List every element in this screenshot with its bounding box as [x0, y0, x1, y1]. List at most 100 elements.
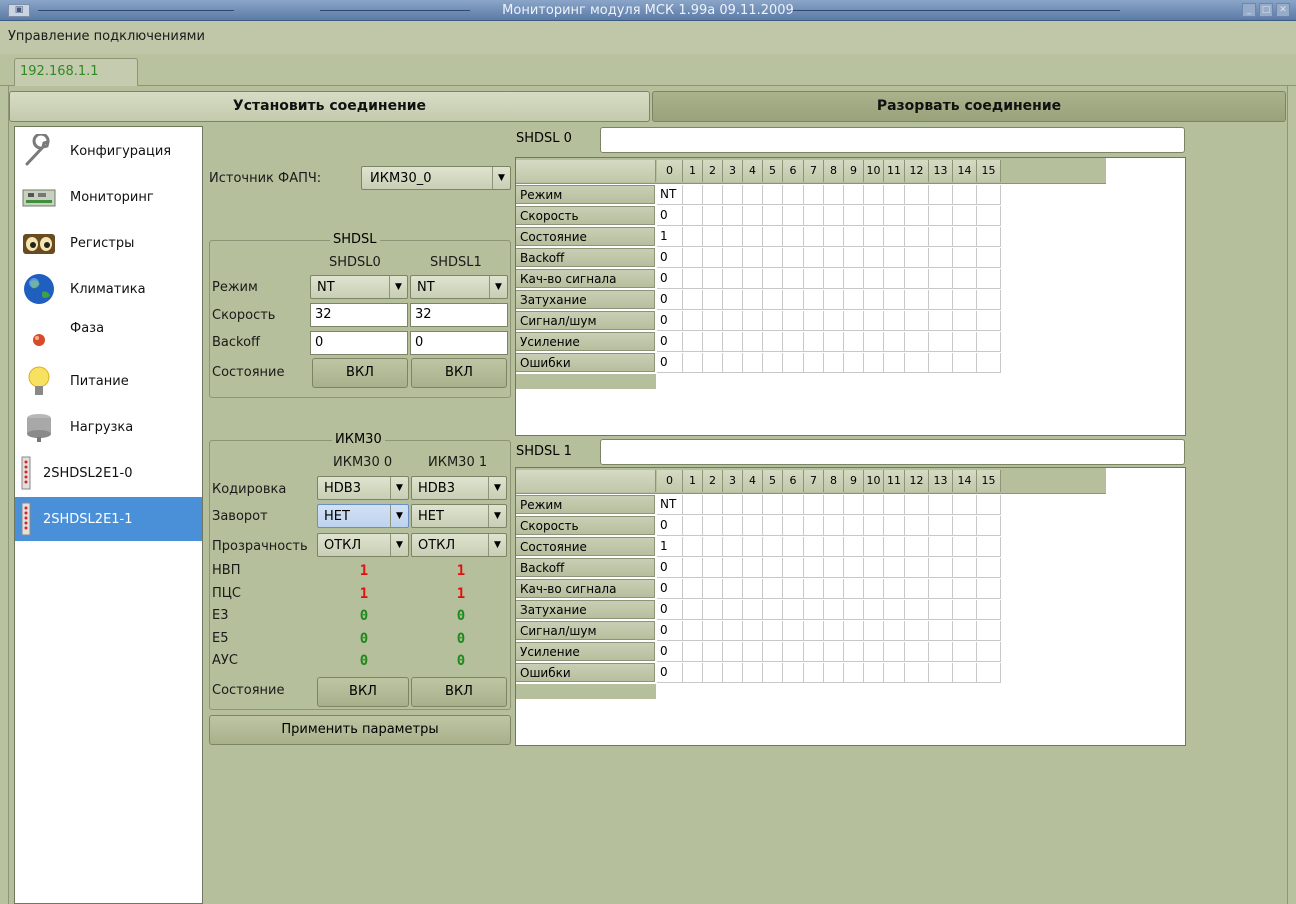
shdsl0-state-button[interactable]: ВКЛ	[312, 358, 408, 388]
channel-header: 6	[783, 160, 804, 182]
sidebar-item-configuration[interactable]: Конфигурация	[15, 129, 202, 173]
sidebar-item-module-1[interactable]: 2SHDSL2E1-1	[15, 497, 202, 541]
chevron-down-icon: ▼	[492, 167, 510, 189]
menu-connection-management[interactable]: Управление подключениями	[8, 29, 205, 44]
ikm30-0-coding-select[interactable]: HDB3 ▼	[317, 476, 409, 500]
table-cell	[703, 579, 723, 599]
table-cell	[804, 185, 824, 205]
shdsl0-backoff-field[interactable]: 0	[310, 331, 408, 355]
sidebar-item-label: Регистры	[70, 235, 135, 251]
table-cell	[763, 558, 783, 578]
table-cell	[953, 558, 977, 578]
ikm30-0-e3-count: 0	[359, 608, 369, 624]
table-cell	[743, 558, 763, 578]
ikm30-0-state-button[interactable]: ВКЛ	[317, 677, 409, 707]
phase-icon	[22, 318, 56, 352]
tab-connection[interactable]: 192.168.1.1	[14, 58, 138, 86]
table-cell	[977, 537, 1001, 557]
table-cell	[723, 663, 743, 683]
chevron-down-icon: ▼	[390, 477, 408, 499]
table-cell	[683, 269, 703, 289]
ikm30-1-e5-count: 0	[456, 631, 466, 647]
sidebar-item-monitoring[interactable]: Мониторинг	[15, 175, 202, 219]
shdsl1-speed-field[interactable]: 32	[410, 303, 508, 327]
shdsl0-speed-field[interactable]: 32	[310, 303, 408, 327]
sidebar-item-phase[interactable]: Фаза	[15, 313, 202, 357]
table-cell	[953, 248, 977, 268]
pll-source-select[interactable]: ИКМ30_0 ▼	[361, 166, 511, 190]
sidebar-item-label: 2SHDSL2E1-1	[43, 511, 133, 527]
table-cell	[824, 621, 844, 641]
ikm30-e3-label: E3	[212, 608, 229, 623]
table-cell	[953, 495, 977, 515]
table-cell	[953, 311, 977, 331]
sidebar-item-module-0[interactable]: 2SHDSL2E1-0	[15, 451, 202, 495]
sidebar-item-power[interactable]: Питание	[15, 359, 202, 403]
disconnect-button[interactable]: Разорвать соединение	[652, 91, 1286, 122]
ikm30-1-nvp-count: 1	[456, 563, 466, 579]
ikm30-0-transparency-value: ОТКЛ	[324, 538, 362, 553]
table-cell: 0	[657, 558, 683, 578]
apply-parameters-button[interactable]: Применить параметры	[209, 715, 511, 745]
sidebar-item-registers[interactable]: Регистры	[15, 221, 202, 265]
table-cell	[763, 579, 783, 599]
minimize-icon[interactable]: _	[1242, 3, 1256, 17]
table-cell	[929, 227, 953, 247]
shdsl1-backoff-field[interactable]: 0	[410, 331, 508, 355]
table-cell	[977, 621, 1001, 641]
table-cell	[905, 227, 929, 247]
table-cell	[743, 248, 763, 268]
shdsl1-state-button[interactable]: ВКЛ	[411, 358, 507, 388]
table-cell	[864, 311, 884, 331]
channel-header: 0	[657, 160, 683, 182]
table-cell	[743, 537, 763, 557]
channel-header: 3	[723, 470, 743, 492]
table-cell	[703, 516, 723, 536]
table-cell	[743, 516, 763, 536]
table-cell	[763, 311, 783, 331]
table-cell	[977, 206, 1001, 226]
shdsl1-status-field	[600, 439, 1185, 465]
sidebar-item-load[interactable]: Нагрузка	[15, 405, 202, 449]
shdsl1-mode-select[interactable]: NT ▼	[410, 275, 508, 299]
shdsl1-label: SHDSL 1	[516, 444, 572, 459]
table-cell	[844, 248, 864, 268]
table-cell	[683, 290, 703, 310]
table-cell	[824, 642, 844, 662]
maximize-icon[interactable]: □	[1259, 3, 1273, 17]
table-cell	[905, 311, 929, 331]
table-cell: 0	[657, 269, 683, 289]
table-cell	[929, 353, 953, 373]
table-cell	[977, 248, 1001, 268]
table-cell	[683, 663, 703, 683]
table-cell	[905, 290, 929, 310]
channel-header: 5	[763, 470, 783, 492]
shdsl0-mode-select[interactable]: NT ▼	[310, 275, 408, 299]
table-cell	[723, 353, 743, 373]
ikm30-0-loop-select[interactable]: НЕТ ▼	[317, 504, 409, 528]
table-cell	[864, 579, 884, 599]
table-cell	[804, 621, 824, 641]
table-cell	[864, 663, 884, 683]
channel-header: 2	[703, 470, 723, 492]
connect-button[interactable]: Установить соединение	[9, 91, 650, 122]
ikm30-1-state-button[interactable]: ВКЛ	[411, 677, 507, 707]
ikm30-0-transparency-select[interactable]: ОТКЛ ▼	[317, 533, 409, 557]
chevron-down-icon: ▼	[390, 534, 408, 556]
sidebar-item-climate[interactable]: Климатика	[15, 267, 202, 311]
row-label: Backoff	[516, 248, 655, 267]
table-cell	[977, 558, 1001, 578]
table-cell	[783, 600, 804, 620]
ikm30-e5-label: E5	[212, 631, 229, 646]
ikm30-1-coding-select[interactable]: HDB3 ▼	[411, 476, 507, 500]
ikm30-1-loop-select[interactable]: НЕТ ▼	[411, 504, 507, 528]
ikm30-1-transparency-select[interactable]: ОТКЛ ▼	[411, 533, 507, 557]
close-icon[interactable]: ✕	[1276, 3, 1290, 17]
table-cell	[804, 227, 824, 247]
row-label: Затухание	[516, 290, 655, 309]
ikm30-1-ays-count: 0	[456, 653, 466, 669]
table-cell	[763, 185, 783, 205]
table-cell	[977, 332, 1001, 352]
table-cell	[783, 537, 804, 557]
table-cell	[703, 185, 723, 205]
